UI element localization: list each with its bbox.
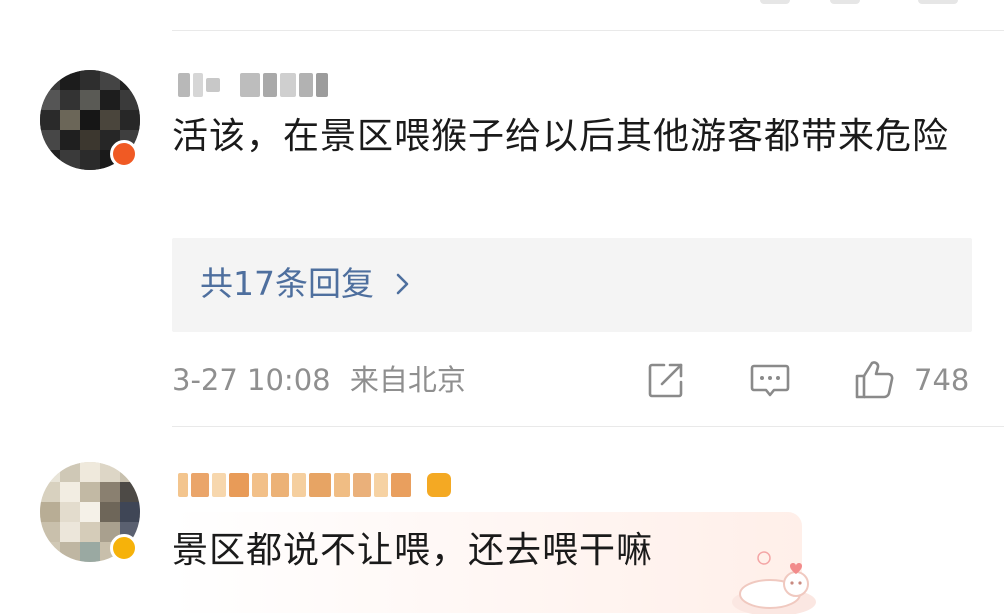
vip-badge-icon — [110, 534, 138, 562]
replies-box[interactable]: 共17条回复 — [172, 238, 972, 332]
verified-badge-icon — [110, 140, 138, 168]
replies-count-label: 共17条回复 — [200, 264, 374, 303]
comment-date: 3-27 10:08 — [172, 363, 331, 397]
comment-meta: 3-27 10:08 来自北京 — [172, 360, 466, 400]
comment-icon[interactable] — [748, 358, 792, 402]
share-icon[interactable] — [644, 358, 688, 402]
chevron-right-icon — [396, 273, 409, 295]
like-count: 748 — [914, 363, 970, 397]
cat-sticker-icon — [732, 551, 816, 614]
comment-text: 活该，在景区喂猴子给以后其他游客都带来危险 — [172, 116, 950, 157]
username-blurred[interactable] — [178, 470, 451, 500]
divider-comments — [172, 426, 1004, 427]
previous-item-edge — [0, 0, 1004, 8]
comment-text: 景区都说不让喂，还去喂干嘛 — [172, 530, 654, 571]
username-blurred[interactable] — [178, 70, 328, 100]
view-replies-link[interactable]: 共17条回复 — [200, 264, 416, 304]
comment-location: 来自北京 — [349, 363, 466, 397]
thumbs-up-icon[interactable] — [852, 358, 896, 402]
divider-top — [172, 30, 1004, 31]
